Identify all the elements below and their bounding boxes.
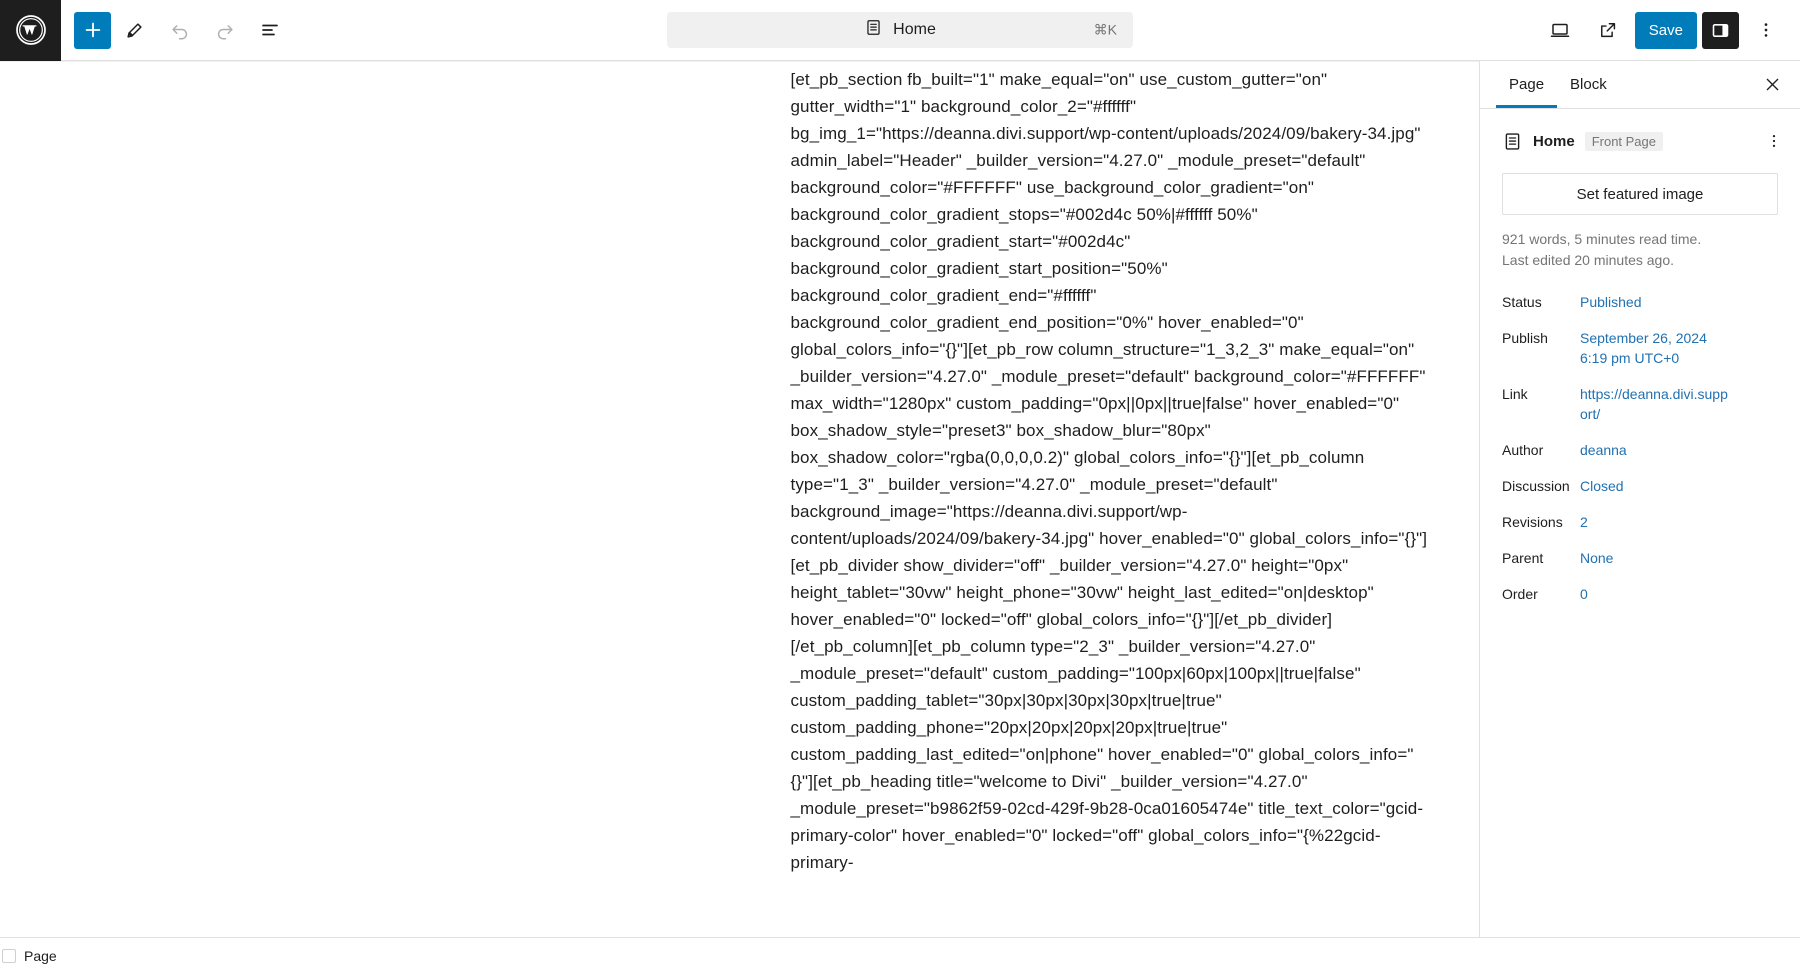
- editor-footer-breadcrumb-bar: Page: [0, 937, 1800, 973]
- edit-tool-button[interactable]: [113, 9, 156, 52]
- word-count-text: 921 words, 5 minutes read time.: [1502, 231, 1702, 247]
- document-outline-icon[interactable]: [248, 9, 291, 52]
- meta-label-status: Status: [1502, 294, 1542, 310]
- set-featured-image-button[interactable]: Set featured image: [1502, 173, 1778, 215]
- meta-row-author: Author deanna: [1502, 435, 1778, 471]
- redo-button[interactable]: [203, 9, 246, 52]
- page-stats: 921 words, 5 minutes read time. Last edi…: [1480, 215, 1800, 275]
- front-page-badge: Front Page: [1584, 131, 1664, 151]
- shortcode-block-content[interactable]: [et_pb_section fb_built="1" make_equal="…: [791, 66, 1436, 876]
- meta-label-discussion: Discussion: [1502, 478, 1570, 494]
- page-metadata-list: Status Published Publish September 26, 2…: [1480, 275, 1800, 635]
- meta-label-order: Order: [1502, 586, 1538, 602]
- meta-value-publish[interactable]: September 26, 2024 6:19 pm UTC+0: [1580, 328, 1730, 368]
- meta-row-status: Status Published: [1502, 287, 1778, 323]
- document-title: Home: [893, 21, 936, 38]
- breadcrumb-page-label[interactable]: Page: [24, 948, 57, 964]
- meta-value-parent[interactable]: None: [1580, 548, 1613, 568]
- settings-sidebar-toggle-button[interactable]: [1702, 11, 1739, 49]
- save-button[interactable]: Save: [1634, 11, 1697, 49]
- page-document-icon: [1502, 131, 1523, 152]
- editor-canvas[interactable]: [et_pb_section fb_built="1" make_equal="…: [0, 61, 1479, 937]
- undo-button[interactable]: [158, 9, 201, 52]
- meta-row-publish: Publish September 26, 2024 6:19 pm UTC+0: [1502, 323, 1778, 379]
- document-bar[interactable]: Home ⌘K: [667, 12, 1133, 48]
- tab-block[interactable]: Block: [1557, 61, 1620, 108]
- view-site-external-link-icon[interactable]: [1587, 9, 1630, 52]
- meta-label-link: Link: [1502, 386, 1528, 402]
- editor-body: [et_pb_section fb_built="1" make_equal="…: [0, 61, 1800, 937]
- meta-row-link: Link https://deanna.divi.support/: [1502, 379, 1778, 435]
- sidebar-page-name: Home: [1533, 132, 1575, 150]
- document-bar-wrapper: Home ⌘K: [667, 12, 1133, 48]
- editor-options-kebab-icon[interactable]: [1744, 9, 1787, 52]
- tab-page[interactable]: Page: [1496, 61, 1558, 108]
- header-right-tools: Save: [1539, 9, 1800, 52]
- breadcrumb-block-chip: [2, 948, 16, 963]
- close-sidebar-icon[interactable]: [1752, 65, 1792, 105]
- meta-value-author[interactable]: deanna: [1580, 440, 1627, 460]
- wordpress-logo-icon[interactable]: [0, 0, 61, 61]
- meta-value-discussion[interactable]: Closed: [1580, 476, 1624, 496]
- meta-row-revisions: Revisions 2: [1502, 507, 1778, 543]
- meta-label-publish: Publish: [1502, 330, 1548, 346]
- meta-row-discussion: Discussion Closed: [1502, 471, 1778, 507]
- command-shortcut-hint: ⌘K: [1093, 21, 1117, 38]
- page-icon: [864, 18, 883, 42]
- meta-label-author: Author: [1502, 442, 1544, 458]
- meta-value-revisions[interactable]: 2: [1580, 512, 1588, 532]
- canvas-top-divider: [0, 61, 1479, 62]
- meta-label-revisions: Revisions: [1502, 514, 1563, 530]
- preview-desktop-icon[interactable]: [1539, 9, 1582, 52]
- add-block-button[interactable]: [74, 11, 111, 49]
- settings-sidebar: Page Block Home Front Page Set featured …: [1479, 61, 1800, 937]
- page-summary-row: Home Front Page: [1480, 109, 1800, 173]
- meta-label-parent: Parent: [1502, 550, 1544, 566]
- meta-value-status[interactable]: Published: [1580, 292, 1642, 312]
- wordpress-block-editor: Home ⌘K Save [et_pb_section fb_built="1"…: [0, 0, 1800, 973]
- editor-header: Home ⌘K Save: [0, 0, 1800, 61]
- header-left-tools: [61, 9, 291, 52]
- meta-row-order: Order 0: [1502, 579, 1778, 615]
- page-actions-kebab-icon[interactable]: [1756, 123, 1792, 159]
- last-edited-text: Last edited 20 minutes ago.: [1502, 252, 1675, 268]
- meta-row-parent: Parent None: [1502, 543, 1778, 579]
- meta-value-order[interactable]: 0: [1580, 584, 1588, 604]
- sidebar-tabs: Page Block: [1480, 61, 1800, 109]
- meta-value-link[interactable]: https://deanna.divi.support/: [1580, 384, 1730, 424]
- sidebar-scroll-area[interactable]: Home Front Page Set featured image 921 w…: [1480, 109, 1800, 937]
